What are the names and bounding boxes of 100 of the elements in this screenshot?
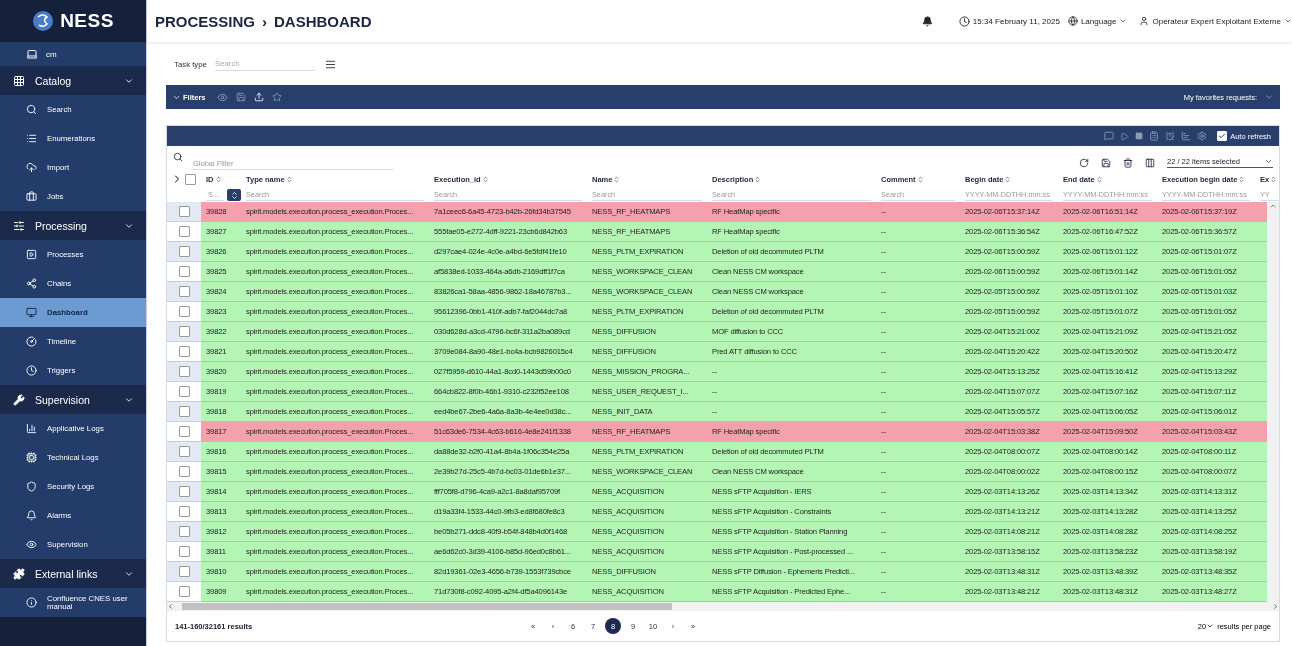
item-icon	[26, 191, 37, 202]
check-icon	[1218, 132, 1227, 140]
globe-icon	[1067, 16, 1078, 26]
globe-logo-icon	[32, 10, 55, 32]
checkbox[interactable]	[178, 446, 190, 457]
table-row[interactable]	[201, 242, 1267, 262]
sort-icon	[214, 175, 222, 183]
checkbox[interactable]	[178, 246, 190, 257]
table-row[interactable]	[201, 522, 1267, 542]
checkbox[interactable]	[178, 426, 190, 437]
sort-icon	[285, 175, 293, 183]
table-row[interactable]	[201, 442, 1267, 462]
table-row[interactable]	[201, 482, 1267, 502]
scroll-right-icon	[1272, 603, 1279, 610]
sort-icon	[613, 175, 621, 183]
group-label: Supervision	[35, 393, 91, 406]
checkbox[interactable]	[178, 266, 190, 277]
checkbox[interactable]	[178, 486, 190, 497]
sidebar-item[interactable]: cm	[0, 42, 146, 66]
table-row[interactable]	[201, 342, 1267, 362]
group-icon	[13, 393, 25, 406]
chevron-icon	[1119, 17, 1128, 25]
horizontal-scrollbar[interactable]	[167, 602, 1279, 611]
table-row[interactable]	[201, 282, 1267, 302]
play-icon	[1120, 131, 1130, 141]
item-icon	[26, 336, 37, 347]
item-icon	[26, 365, 37, 376]
sort-icon	[1238, 175, 1246, 183]
user-icon	[1139, 16, 1150, 26]
checkbox[interactable]	[178, 466, 190, 477]
logo-text: NESS	[60, 10, 114, 32]
sort-icon	[1004, 175, 1012, 183]
time-text: 15:34 February 11, 2025	[972, 16, 1060, 26]
checkbox[interactable]	[178, 306, 190, 317]
scroll-up-icon	[1269, 202, 1277, 210]
checkbox[interactable]	[178, 226, 190, 237]
checkbox[interactable]	[178, 366, 190, 377]
sort-icon	[1095, 175, 1103, 183]
alarm-clock-icon	[1165, 131, 1176, 141]
group-icon	[13, 74, 25, 87]
checkbox[interactable]	[178, 346, 190, 357]
scroll-left-icon	[167, 603, 174, 610]
table-row[interactable]	[201, 502, 1267, 522]
checkbox[interactable]	[178, 386, 190, 397]
item-icon	[26, 452, 37, 463]
chevron-icon	[1264, 157, 1273, 166]
checkbox[interactable]	[178, 286, 190, 297]
vertical-scrollbar[interactable]	[1267, 202, 1279, 602]
item-icon	[26, 278, 37, 289]
chevron-icon	[1284, 17, 1292, 25]
user-menu[interactable]: Operateur Expert Exploitant Externe	[1139, 16, 1292, 26]
item-icon	[26, 539, 37, 550]
stop-icon	[1135, 132, 1144, 140]
comment-icon	[1104, 131, 1115, 141]
checkbox[interactable]	[178, 506, 190, 517]
sidebar-group-header[interactable]: External links	[0, 559, 146, 588]
sort-icon	[229, 190, 239, 200]
sort-spinner-button[interactable]	[227, 189, 241, 201]
item-icon	[26, 104, 37, 115]
checkbox[interactable]	[178, 586, 190, 597]
list-icon	[324, 58, 336, 70]
item-icon	[26, 510, 37, 521]
breadcrumb-text: DASHBOARD	[274, 12, 372, 30]
upload-icon	[253, 91, 264, 102]
table-row[interactable]	[201, 262, 1267, 282]
checkbox[interactable]	[178, 526, 190, 537]
clock-icon	[958, 15, 970, 27]
sidebar-group-header[interactable]: Supervision	[0, 385, 146, 414]
item-icon	[26, 597, 37, 608]
item-icon	[26, 162, 37, 173]
checkbox[interactable]	[178, 206, 190, 217]
table-row[interactable]	[201, 562, 1267, 582]
checkbox[interactable]	[178, 406, 190, 417]
item-icon	[26, 307, 37, 318]
table-row[interactable]	[201, 462, 1267, 482]
refresh-icon	[1079, 157, 1090, 168]
item-icon	[26, 133, 37, 144]
checkbox[interactable]	[178, 546, 190, 557]
table-row[interactable]	[201, 582, 1267, 602]
sort-icon	[916, 175, 924, 183]
item-icon	[26, 249, 37, 260]
table-row[interactable]	[201, 302, 1267, 322]
breadcrumb-text: ›	[262, 12, 268, 30]
save-icon	[235, 91, 246, 102]
sidebar-group-header[interactable]: Processing	[0, 211, 146, 240]
checkbox[interactable]	[185, 173, 196, 185]
sort-icon	[481, 175, 489, 183]
group-icon	[13, 219, 25, 232]
sort-icon	[1270, 175, 1278, 183]
sidebar-group-header[interactable]: Catalog	[0, 66, 146, 95]
search-icon	[173, 152, 183, 162]
table-row[interactable]	[201, 542, 1267, 562]
delete-icon	[1123, 157, 1134, 168]
laptop-icon	[26, 48, 38, 60]
group-label: Processing	[35, 219, 88, 232]
sort-icon	[754, 175, 762, 183]
breadcrumb-text: PROCESSING	[155, 12, 256, 30]
language-menu[interactable]: Language	[1067, 16, 1128, 26]
checkbox[interactable]	[178, 566, 190, 577]
checkbox[interactable]	[178, 326, 190, 337]
